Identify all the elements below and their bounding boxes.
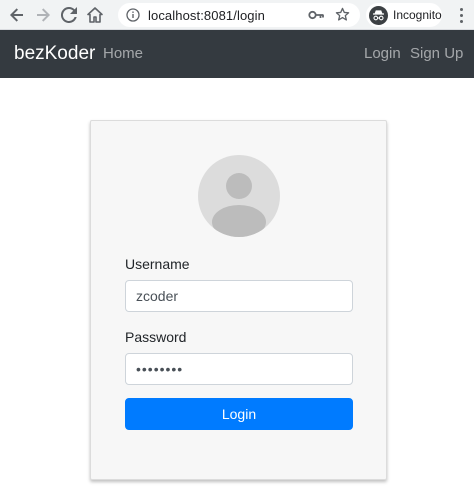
- password-key-button[interactable]: [308, 8, 324, 27]
- back-arrow-icon: [10, 7, 23, 22]
- user-avatar-icon: [198, 155, 280, 237]
- star-icon: [335, 7, 350, 21]
- brand-link[interactable]: bezKoder: [14, 30, 95, 78]
- username-label: Username: [125, 256, 190, 272]
- forward-button[interactable]: [30, 2, 56, 28]
- incognito-badge[interactable]: Incognito: [366, 3, 442, 27]
- username-input[interactable]: [125, 280, 353, 312]
- login-submit-button[interactable]: Login: [125, 398, 353, 430]
- bookmark-star-button[interactable]: [335, 7, 350, 27]
- reload-icon: [61, 6, 77, 23]
- password-label: Password: [125, 329, 187, 345]
- nav-signup-link[interactable]: Sign Up: [410, 30, 463, 78]
- incognito-icon: [369, 5, 388, 25]
- home-icon: [87, 6, 103, 23]
- nav-home-link[interactable]: Home: [103, 30, 143, 78]
- forward-arrow-icon: [37, 7, 50, 22]
- login-card: Username Password Login: [90, 120, 387, 480]
- kebab-menu-icon[interactable]: [452, 5, 470, 25]
- reload-button[interactable]: [56, 2, 82, 28]
- app-navbar: bezKoder Home Login Sign Up: [0, 30, 474, 78]
- address-url: localhost:8081/login: [148, 7, 265, 23]
- incognito-label: Incognito: [393, 8, 442, 22]
- home-button[interactable]: [82, 2, 108, 28]
- password-input[interactable]: [125, 353, 353, 385]
- browser-toolbar: localhost:8081/login Incognito: [0, 0, 474, 30]
- back-button[interactable]: [4, 2, 30, 28]
- key-icon: [308, 10, 324, 20]
- nav-login-link[interactable]: Login: [364, 30, 401, 78]
- info-icon: [126, 8, 140, 22]
